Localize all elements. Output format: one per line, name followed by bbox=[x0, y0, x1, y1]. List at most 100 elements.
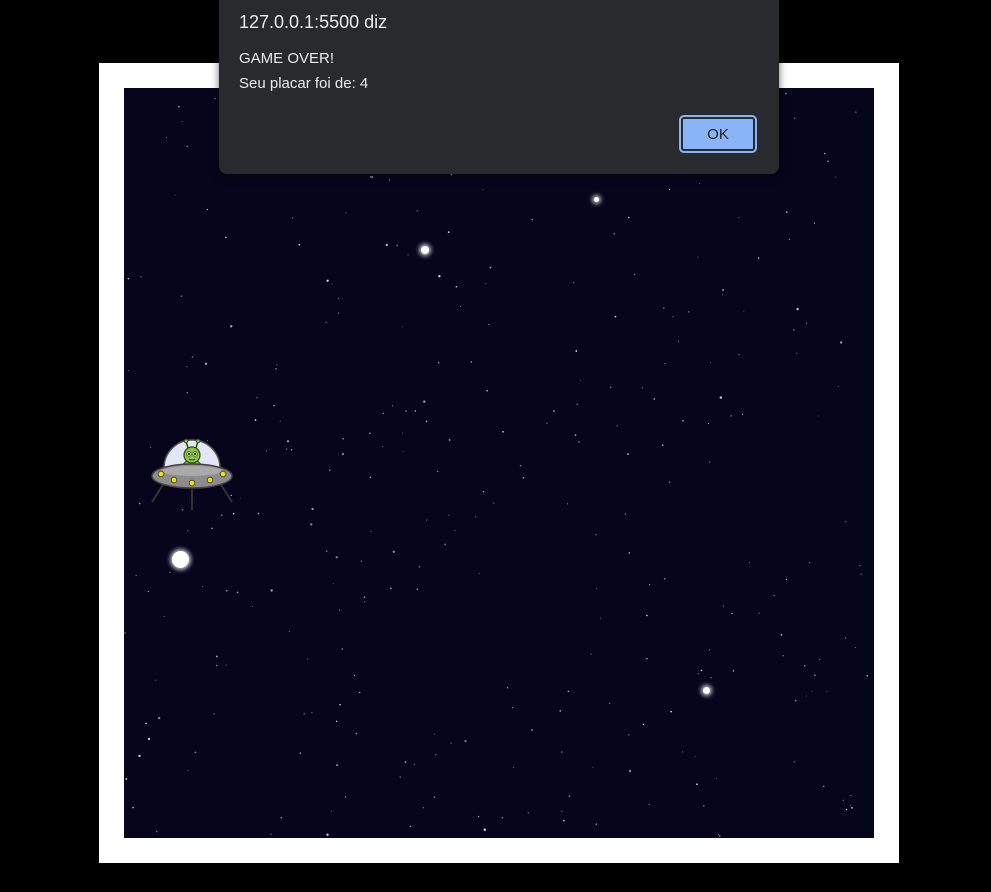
star-dot bbox=[489, 266, 492, 269]
star-dot bbox=[742, 413, 744, 416]
star-dot bbox=[599, 617, 601, 619]
star-dot bbox=[213, 713, 215, 715]
star-dot bbox=[358, 691, 361, 694]
star-dot bbox=[448, 514, 450, 516]
star-dot bbox=[703, 805, 705, 807]
star-dot bbox=[805, 695, 807, 697]
star-dot bbox=[793, 761, 795, 763]
star-dot bbox=[353, 674, 356, 677]
star-dot bbox=[709, 461, 711, 463]
star-dot bbox=[402, 432, 403, 434]
star-dot bbox=[590, 653, 592, 655]
star-dot bbox=[140, 276, 142, 278]
star-dot bbox=[628, 734, 630, 736]
glowing-star-icon bbox=[594, 197, 599, 202]
star-dot bbox=[561, 751, 563, 753]
star-dot bbox=[418, 565, 421, 568]
star-dot bbox=[399, 776, 401, 778]
star-dot bbox=[730, 415, 732, 417]
star-dot bbox=[186, 366, 188, 368]
star-dot bbox=[181, 121, 183, 123]
star-dot bbox=[773, 594, 775, 597]
star-dot bbox=[838, 385, 840, 387]
star-dot bbox=[298, 243, 301, 246]
star-dot bbox=[707, 422, 710, 425]
star-dot bbox=[595, 534, 597, 536]
star-dot bbox=[719, 396, 722, 399]
star-dot bbox=[567, 503, 568, 505]
star-dot bbox=[341, 648, 343, 650]
star-dot bbox=[596, 588, 598, 590]
star-dot bbox=[851, 807, 853, 809]
star-dot bbox=[423, 400, 426, 403]
star-dot bbox=[785, 211, 788, 214]
glowing-star-icon bbox=[172, 551, 189, 568]
star-dot bbox=[225, 589, 228, 592]
star-dot bbox=[392, 550, 395, 553]
star-dot bbox=[855, 111, 857, 113]
star-dot bbox=[477, 815, 480, 818]
star-dot bbox=[672, 316, 674, 318]
star-dot bbox=[236, 591, 239, 594]
star-dot bbox=[578, 441, 580, 443]
star-dot bbox=[688, 311, 690, 313]
star-dot bbox=[407, 254, 409, 256]
star-dot bbox=[519, 465, 522, 467]
star-dot bbox=[627, 453, 629, 455]
star-dot bbox=[194, 751, 197, 754]
star-dot bbox=[310, 523, 313, 526]
star-dot bbox=[414, 410, 417, 412]
star-dot bbox=[341, 452, 345, 456]
ok-button[interactable]: OK bbox=[679, 115, 757, 153]
star-dot bbox=[567, 690, 569, 693]
star-dot bbox=[826, 691, 828, 693]
star-dot bbox=[788, 238, 790, 240]
game-canvas[interactable] bbox=[124, 88, 874, 838]
star-dot bbox=[845, 521, 847, 523]
star-dot bbox=[488, 323, 490, 325]
star-dot bbox=[382, 412, 384, 415]
star-dot bbox=[732, 670, 735, 672]
star-dot bbox=[239, 497, 241, 499]
star-dot bbox=[661, 444, 664, 446]
star-dot bbox=[493, 502, 495, 504]
star-dot bbox=[709, 649, 711, 651]
star-dot bbox=[328, 469, 331, 472]
star-dot bbox=[232, 512, 235, 515]
star-dot bbox=[628, 552, 631, 554]
star-dot bbox=[385, 243, 388, 247]
star-dot bbox=[187, 770, 189, 772]
starfield-background bbox=[124, 88, 868, 837]
star-dot bbox=[527, 812, 529, 814]
star-dot bbox=[392, 405, 394, 407]
star-dot bbox=[360, 560, 363, 562]
star-dot bbox=[700, 669, 703, 672]
star-dot bbox=[592, 766, 594, 768]
star-dot bbox=[331, 283, 333, 285]
star-dot bbox=[369, 175, 372, 178]
star-dot bbox=[145, 722, 147, 725]
star-dot bbox=[127, 277, 130, 280]
star-dot bbox=[681, 751, 683, 753]
star-dot bbox=[512, 707, 514, 709]
star-dot bbox=[814, 674, 816, 677]
star-dot bbox=[808, 561, 811, 564]
star-dot bbox=[641, 387, 643, 389]
star-dot bbox=[780, 633, 783, 636]
star-dot bbox=[216, 655, 218, 658]
star-dot bbox=[609, 386, 612, 389]
star-dot bbox=[206, 208, 208, 211]
star-dot bbox=[478, 572, 480, 574]
star-dot bbox=[559, 710, 562, 712]
star-dot bbox=[326, 833, 329, 836]
star-dot bbox=[678, 340, 680, 342]
star-dot bbox=[806, 322, 807, 324]
star-dot bbox=[682, 419, 684, 422]
game-frame bbox=[99, 63, 899, 863]
star-dot bbox=[842, 799, 844, 802]
star-dot bbox=[396, 244, 399, 247]
star-dot bbox=[147, 737, 151, 741]
star-dot bbox=[718, 835, 721, 837]
star-dot bbox=[225, 664, 227, 666]
glowing-star-icon bbox=[421, 246, 429, 254]
